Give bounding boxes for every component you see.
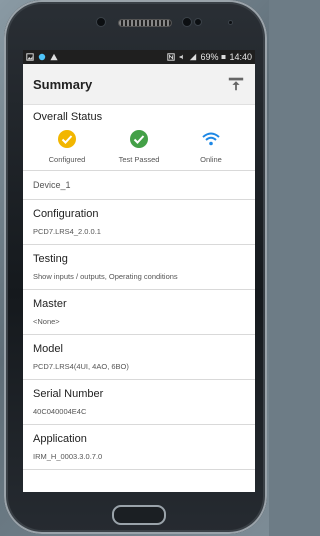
serial-number-row[interactable]: Serial Number 40C040004E4C <box>23 380 255 425</box>
status-label: Online <box>200 155 222 164</box>
status-label: Configured <box>48 155 86 164</box>
item-title: Master <box>33 298 67 310</box>
item-value: IRM_H_0003.3.0.7.0 <box>33 452 103 461</box>
upload-icon[interactable] <box>227 75 245 93</box>
item-value: PCD7.LRS4_2.0.0.1 <box>33 227 101 236</box>
front-camera-icon <box>182 17 192 27</box>
item-value: PCD7.LRS4(4UI, 4AO, 6BO) <box>33 362 129 371</box>
wifi-icon <box>202 132 220 146</box>
app-bar: Summary <box>23 64 255 105</box>
status-test-passed: Test Passed <box>109 129 169 164</box>
item-title: Application <box>33 433 87 445</box>
item-value: 40C040004E4C <box>33 407 87 416</box>
model-row[interactable]: Model PCD7.LRS4(4UI, 4AO, 6BO) <box>23 335 255 380</box>
warning-icon <box>50 53 58 61</box>
earpiece <box>118 19 172 27</box>
master-row[interactable]: Master <None> <box>23 290 255 335</box>
configuration-row[interactable]: Configuration PCD7.LRS4_2.0.0.1 <box>23 200 255 245</box>
item-title: Configuration <box>33 208 99 220</box>
nfc-icon <box>167 53 176 61</box>
battery-percent: 69% <box>200 52 219 62</box>
status-bar: 69% 14:40 <box>23 50 255 64</box>
configured-check-icon <box>58 130 76 148</box>
application-row[interactable]: Application IRM_H_0003.3.0.7.0 <box>23 425 255 470</box>
page-title: Summary <box>33 76 93 92</box>
battery-icon <box>221 55 226 59</box>
mute-icon <box>180 54 184 60</box>
app-notification-icon <box>38 53 46 61</box>
status-label: Test Passed <box>118 155 160 164</box>
status-indicators: Configured Test Passed Online <box>33 129 245 164</box>
phone-frame: 69% 14:40 Summary Overall Status Configu… <box>4 0 267 534</box>
gallery-icon <box>26 53 34 61</box>
device-name: Device_1 <box>33 180 71 190</box>
overall-status-section: Overall Status Configured Test Passed On… <box>23 105 255 171</box>
screen: 69% 14:40 Summary Overall Status Configu… <box>23 50 255 492</box>
item-value: Show inputs / outputs, Operating conditi… <box>33 272 178 281</box>
item-title: Serial Number <box>33 388 104 400</box>
item-value: <None> <box>33 317 60 326</box>
clock: 14:40 <box>229 52 252 62</box>
item-title: Testing <box>33 253 68 265</box>
status-configured: Configured <box>37 129 97 164</box>
signal-icon <box>190 53 197 61</box>
test-passed-check-icon <box>130 130 148 148</box>
overall-status-title: Overall Status <box>33 111 103 123</box>
led-icon <box>228 20 233 25</box>
item-title: Model <box>33 343 63 355</box>
device-name-row[interactable]: Device_1 <box>23 171 255 200</box>
testing-row[interactable]: Testing Show inputs / outputs, Operating… <box>23 245 255 290</box>
status-online: Online <box>181 129 241 164</box>
home-button[interactable] <box>112 505 166 525</box>
proximity-sensor-icon <box>194 18 202 26</box>
sensor-icon <box>96 17 106 27</box>
